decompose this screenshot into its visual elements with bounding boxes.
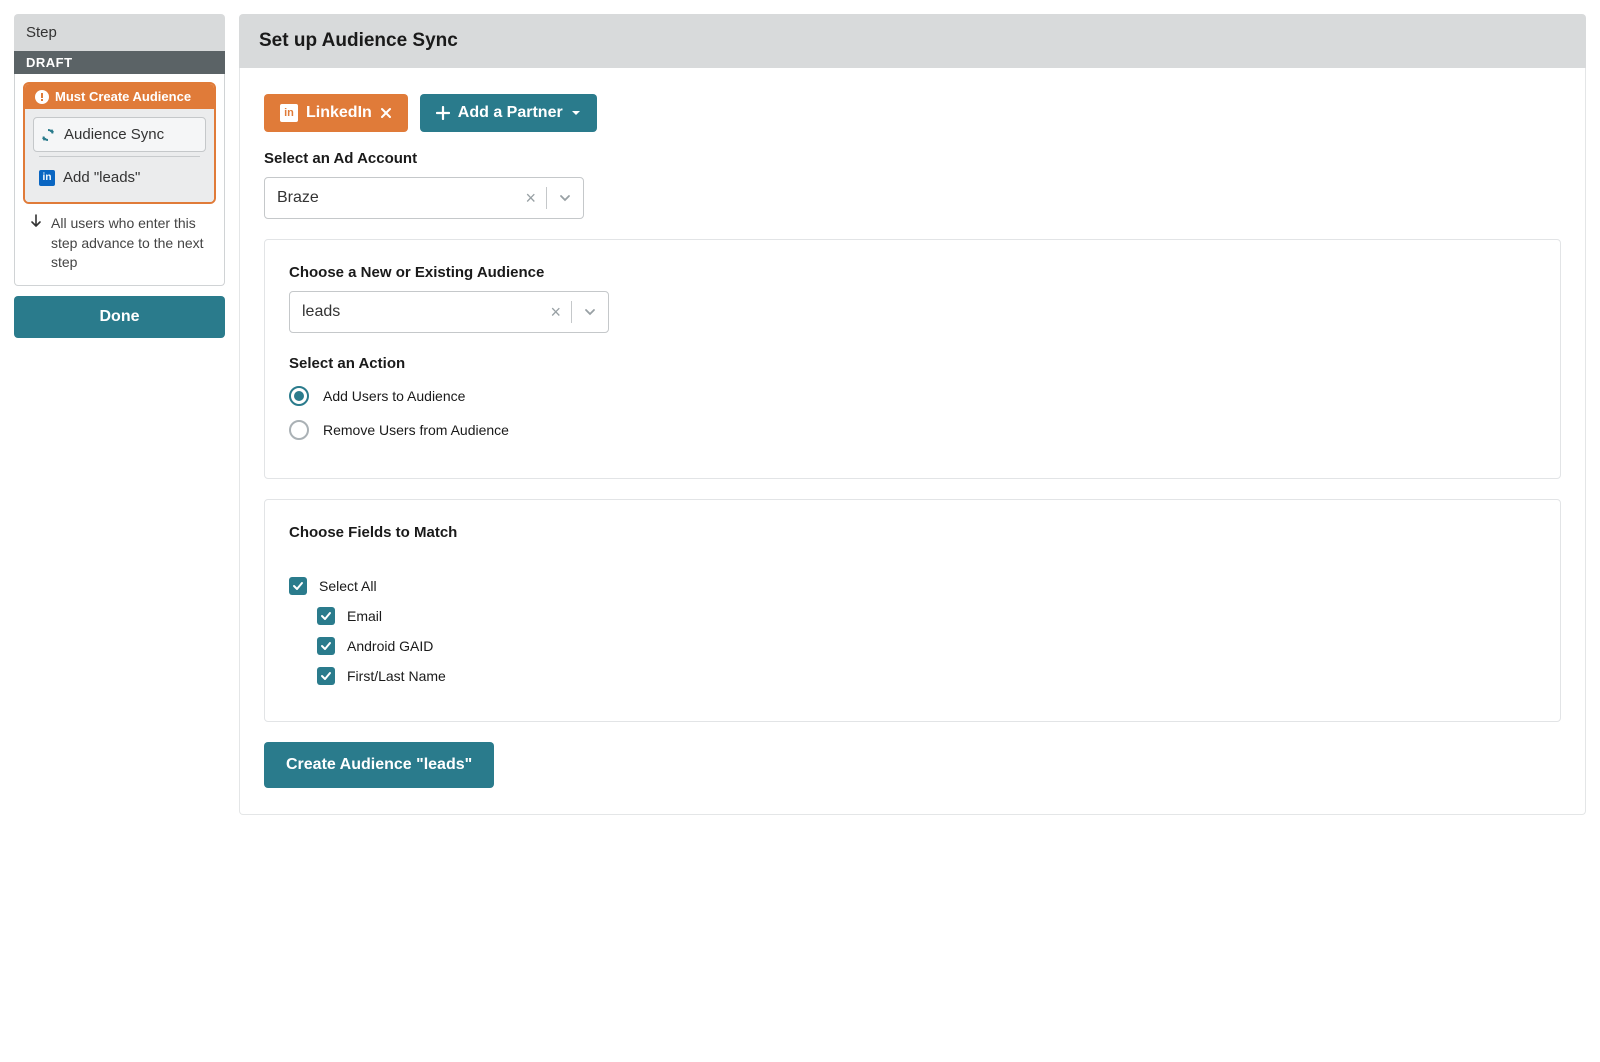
add-partner-label: Add a Partner — [458, 104, 563, 122]
card-item-label: Add "leads" — [63, 169, 140, 186]
card-item-add-leads[interactable]: in Add "leads" — [33, 161, 206, 194]
radio-label: Remove Users from Audience — [323, 422, 509, 438]
card-warning-text: Must Create Audience — [55, 89, 191, 104]
checkbox-android-gaid[interactable]: Android GAID — [317, 637, 1536, 655]
checkbox-label: First/Last Name — [347, 668, 446, 684]
checkbox-first-last-name[interactable]: First/Last Name — [317, 667, 1536, 685]
create-audience-button[interactable]: Create Audience "leads" — [264, 742, 494, 788]
done-button[interactable]: Done — [14, 296, 225, 338]
step-note: All users who enter this step advance to… — [23, 204, 216, 277]
chevron-down-icon[interactable] — [572, 306, 608, 318]
caret-down-icon — [571, 108, 581, 118]
radio-label: Add Users to Audience — [323, 388, 465, 404]
partner-pill-linkedin[interactable]: in LinkedIn — [264, 94, 408, 132]
audience-label: Choose a New or Existing Audience — [289, 264, 1536, 281]
audience-panel: Choose a New or Existing Audience leads … — [264, 239, 1561, 479]
radio-remove-users[interactable]: Remove Users from Audience — [289, 420, 1536, 440]
main-body: in LinkedIn Add a Partner Select a — [239, 68, 1586, 815]
main-panel: Set up Audience Sync in LinkedIn Add a P… — [239, 14, 1586, 815]
card-body: Audience Sync in Add "leads" — [25, 109, 214, 202]
ad-account-select[interactable]: Braze × — [264, 177, 584, 219]
step-card: Must Create Audience Audience Sync in Ad… — [23, 82, 216, 204]
checkbox-label: Email — [347, 608, 382, 624]
partner-row: in LinkedIn Add a Partner — [264, 94, 1561, 132]
fields-panel: Choose Fields to Match Select All Email — [264, 499, 1561, 722]
clear-icon[interactable]: × — [540, 302, 571, 323]
page-title: Set up Audience Sync — [239, 14, 1586, 68]
card-warning: Must Create Audience — [25, 84, 214, 109]
fields-label: Choose Fields to Match — [289, 524, 1536, 541]
close-icon[interactable] — [380, 107, 392, 119]
warning-icon — [35, 90, 49, 104]
card-item-audience-sync[interactable]: Audience Sync — [33, 117, 206, 152]
arrow-down-icon — [29, 214, 43, 273]
draft-badge: DRAFT — [14, 51, 225, 74]
clear-icon[interactable]: × — [515, 188, 546, 209]
radio-add-users[interactable]: Add Users to Audience — [289, 386, 1536, 406]
audience-select[interactable]: leads × — [289, 291, 609, 333]
checkbox-select-all[interactable]: Select All — [289, 577, 1536, 595]
sidebar: Step DRAFT Must Create Audience Audience… — [14, 14, 225, 815]
linkedin-icon: in — [280, 104, 298, 122]
chevron-down-icon[interactable] — [547, 192, 583, 204]
step-note-text: All users who enter this step advance to… — [51, 214, 210, 273]
add-partner-button[interactable]: Add a Partner — [420, 94, 597, 132]
step-card-container: Must Create Audience Audience Sync in Ad… — [14, 74, 225, 286]
radio-icon — [289, 420, 309, 440]
action-label: Select an Action — [289, 355, 1536, 372]
checkbox-email[interactable]: Email — [317, 607, 1536, 625]
audience-value: leads — [290, 303, 540, 321]
checkbox-icon — [289, 577, 307, 595]
divider — [39, 156, 200, 157]
partner-pill-label: LinkedIn — [306, 104, 372, 122]
plus-icon — [436, 106, 450, 120]
ad-account-value: Braze — [265, 189, 515, 207]
linkedin-icon: in — [39, 170, 55, 186]
checkbox-icon — [317, 667, 335, 685]
card-item-label: Audience Sync — [64, 126, 164, 143]
radio-icon — [289, 386, 309, 406]
checkbox-icon — [317, 607, 335, 625]
step-header: Step — [14, 14, 225, 51]
sync-icon — [40, 127, 56, 143]
checkbox-label: Android GAID — [347, 638, 433, 654]
ad-account-label: Select an Ad Account — [264, 150, 1561, 167]
checkbox-label: Select All — [319, 578, 377, 594]
checkbox-icon — [317, 637, 335, 655]
